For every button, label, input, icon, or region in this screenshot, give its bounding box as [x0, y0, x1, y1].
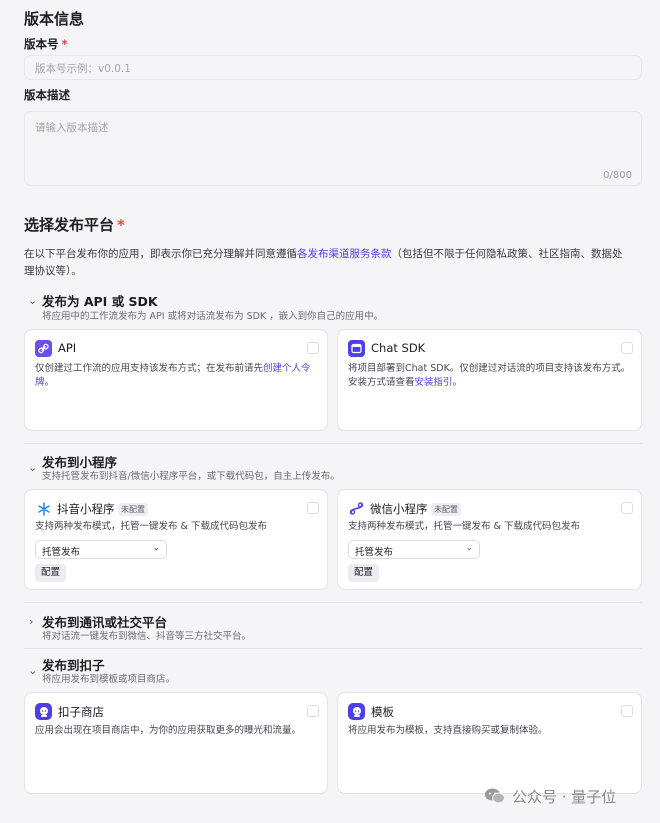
section-kouzi-desc: 将应用发布到模板或项目商店。: [42, 674, 176, 685]
version-desc-label: 版本描述: [24, 88, 70, 102]
card-chat-sdk[interactable]: Chat SDK 将项目部署到Chat SDK。仅创建过对话流的项目支持该发布方…: [337, 329, 642, 431]
card-kouzi-store[interactable]: 扣子商店 应用会出现在项目商店中，为你的应用获取更多的曝光和流量。: [24, 692, 328, 794]
publish-mode-value: 托管发布: [42, 547, 81, 558]
platform-title-text: 选择发布平台: [24, 216, 115, 234]
intro-text-after: （包括但不限于任何隐私政策、社区指南、数据处: [391, 248, 623, 260]
card-store-desc: 应用会出现在项目商店中，为你的应用获取更多的曝光和流量。: [35, 725, 302, 736]
version-desc-counter: 0/800: [603, 170, 632, 181]
chevron-down-icon[interactable]: ⌄: [28, 461, 37, 474]
version-number-label-text: 版本号: [24, 37, 59, 51]
wechat-mini-program-icon: [348, 500, 365, 517]
section-social-desc: 将对话流一键发布到微信、抖音等三方社交平台。: [42, 631, 252, 642]
card-api-desc-text: 仅创建过工作流的应用支持该发布方式；在发布前请先: [35, 363, 264, 374]
config-button[interactable]: 配置: [35, 564, 67, 582]
chat-window-icon: [348, 340, 365, 357]
card-api-title: API: [58, 341, 77, 355]
card-store-title: 扣子商店: [58, 705, 104, 719]
card-api-desc-end: 。: [44, 377, 55, 388]
chevron-down-icon[interactable]: ⌄: [28, 294, 37, 307]
kouzi-logo-icon: [35, 703, 52, 720]
publish-mode-select[interactable]: 托管发布 ⌄: [35, 540, 167, 559]
config-button[interactable]: 配置: [348, 564, 380, 582]
watermark-text: 公众号 · 量子位: [512, 788, 617, 806]
douyin-mini-program-icon: [35, 500, 52, 517]
card-douyin-title: 抖音小程序: [57, 502, 115, 516]
wechat-icon: [484, 787, 506, 809]
link-icon: [35, 340, 52, 357]
card-template-title: 模板: [371, 705, 394, 719]
version-number-placeholder: 版本号示例：v0.0.1: [35, 63, 131, 75]
install-guide-link[interactable]: 安装指引: [415, 377, 453, 388]
card-api-desc: 仅创建过工作流的应用支持该发布方式；在发布前请先创建个人令牌。: [35, 362, 320, 390]
card-wechat-title: 微信小程序: [370, 502, 428, 516]
status-badge: 未配置: [431, 503, 461, 516]
publish-mode-select[interactable]: 托管发布 ⌄: [348, 540, 480, 559]
platform-title: 选择发布平台 *: [24, 214, 125, 235]
platform-intro: 在以下平台发布你的应用，即表示你已充分理解并同意遵循各发布渠道服务条款（包括但不…: [24, 246, 644, 280]
card-template-checkbox[interactable]: [621, 705, 633, 717]
card-wechat-checkbox[interactable]: [621, 502, 633, 514]
version-desc-placeholder: 请输入版本描述: [35, 122, 109, 134]
version-desc-textarea[interactable]: 请输入版本描述 0/800: [24, 111, 642, 186]
card-sdk-desc-line2: 安装方式请查看: [348, 377, 415, 388]
card-douyin[interactable]: 抖音小程序 未配置 支持两种发布模式，托管一键发布 & 下载成代码包发布 托管发…: [24, 489, 328, 590]
card-template[interactable]: 模板 将应用发布为模板，支持直接购买或复制体验。: [337, 692, 642, 794]
section-mini-desc: 支持托管发布到抖音/微信小程序平台，或下载代码包，自主上传发布。: [42, 471, 340, 482]
version-info-title: 版本信息: [24, 10, 85, 28]
required-mark: *: [61, 37, 68, 51]
card-sdk-desc: 将项目部署到Chat SDK。仅创建过对话流的项目支持该发布方式。 安装方式请查看…: [348, 362, 638, 390]
card-douyin-desc: 支持两种发布模式，托管一键发布 & 下载成代码包发布: [35, 521, 267, 532]
terms-link[interactable]: 各发布渠道服务条款: [297, 248, 392, 260]
card-store-checkbox[interactable]: [307, 705, 319, 717]
card-api-checkbox[interactable]: [307, 342, 319, 354]
kouzi-logo-icon: [348, 703, 365, 720]
publish-mode-value: 托管发布: [355, 547, 394, 558]
version-number-label: 版本号 *: [24, 36, 68, 52]
create-token-link[interactable]: 创建个人令: [263, 363, 311, 374]
card-sdk-checkbox[interactable]: [621, 342, 633, 354]
divider: [24, 443, 642, 444]
version-number-input[interactable]: 版本号示例：v0.0.1: [24, 55, 642, 80]
intro-text: 在以下平台发布你的应用，即表示你已充分理解并同意遵循: [24, 248, 297, 260]
status-badge: 未配置: [118, 503, 148, 516]
card-wechat-desc: 支持两种发布模式，托管一键发布 & 下载成代码包发布: [348, 521, 580, 532]
chevron-down-icon: ⌄: [465, 543, 473, 553]
chevron-right-icon[interactable]: ›: [29, 615, 33, 628]
chevron-down-icon: ⌄: [152, 543, 160, 553]
card-sdk-desc-line1: 将项目部署到Chat SDK。仅创建过对话流的项目支持该发布方式。: [348, 363, 631, 374]
chevron-down-icon[interactable]: ⌄: [28, 664, 37, 677]
card-sdk-title: Chat SDK: [371, 341, 426, 355]
required-mark: *: [117, 216, 125, 234]
divider: [24, 648, 642, 649]
intro-text-line2: 理协议等）。: [24, 265, 82, 277]
card-wechat[interactable]: 微信小程序 未配置 支持两种发布模式，托管一键发布 & 下载成代码包发布 托管发…: [337, 489, 642, 590]
divider: [24, 602, 642, 603]
card-sdk-desc-end: 。: [452, 377, 463, 388]
section-api-desc: 将应用中的工作流发布为 API 或将对话流发布为 SDK ，嵌入到你自己的应用中…: [42, 311, 384, 322]
card-api[interactable]: API 仅创建过工作流的应用支持该发布方式；在发布前请先创建个人令牌。: [24, 329, 328, 431]
create-token-link-cont[interactable]: 牌: [35, 377, 45, 388]
card-douyin-checkbox[interactable]: [307, 502, 319, 514]
card-template-desc: 将应用发布为模板，支持直接购买或复制体验。: [348, 725, 548, 736]
